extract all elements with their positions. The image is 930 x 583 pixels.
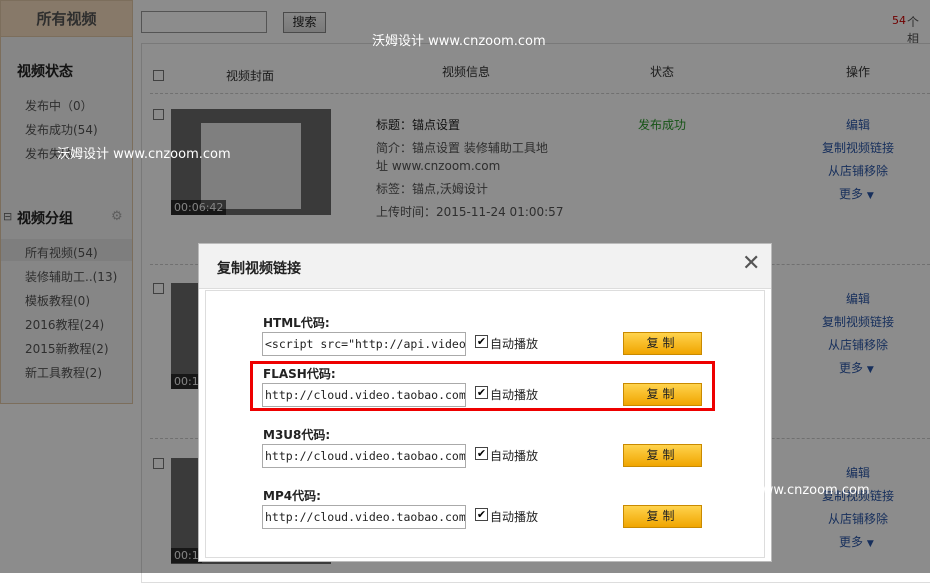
mp4-code-label: MP4代码: [263, 489, 321, 503]
watermark: 沃姆设计 www.cnzoom.com [372, 34, 546, 49]
html-code-label: HTML代码: [263, 316, 330, 330]
m3u8-code-field[interactable]: http://cloud.video.taobao.com/play/ [262, 444, 466, 468]
m3u8-autoplay-label: 自动播放 [490, 449, 539, 463]
dialog-header: 复制视频链接 ✕ [199, 244, 771, 289]
m3u8-code-label: M3U8代码: [263, 428, 331, 442]
m3u8-autoplay-checkbox[interactable]: ✔ [475, 447, 488, 460]
html-code-field[interactable]: <script src="http://api.video.taobao [262, 332, 466, 356]
watermark: 沃姆设计 www.cnzoom.com [696, 483, 870, 498]
mp4-copy-button[interactable]: 复制 [623, 505, 702, 528]
mp4-code-field[interactable]: http://cloud.video.taobao.com/play/ [262, 505, 466, 529]
close-icon[interactable]: ✕ [742, 252, 760, 276]
mp4-autoplay-label: 自动播放 [490, 510, 539, 524]
html-autoplay-checkbox[interactable]: ✔ [475, 335, 488, 348]
dialog-title: 复制视频链接 [217, 261, 301, 277]
flash-highlight-box [250, 361, 715, 411]
watermark: 沃姆设计 www.cnzoom.com [57, 147, 231, 162]
html-autoplay-label: 自动播放 [490, 337, 539, 351]
m3u8-copy-button[interactable]: 复制 [623, 444, 702, 467]
html-copy-button[interactable]: 复制 [623, 332, 702, 355]
mp4-autoplay-checkbox[interactable]: ✔ [475, 508, 488, 521]
